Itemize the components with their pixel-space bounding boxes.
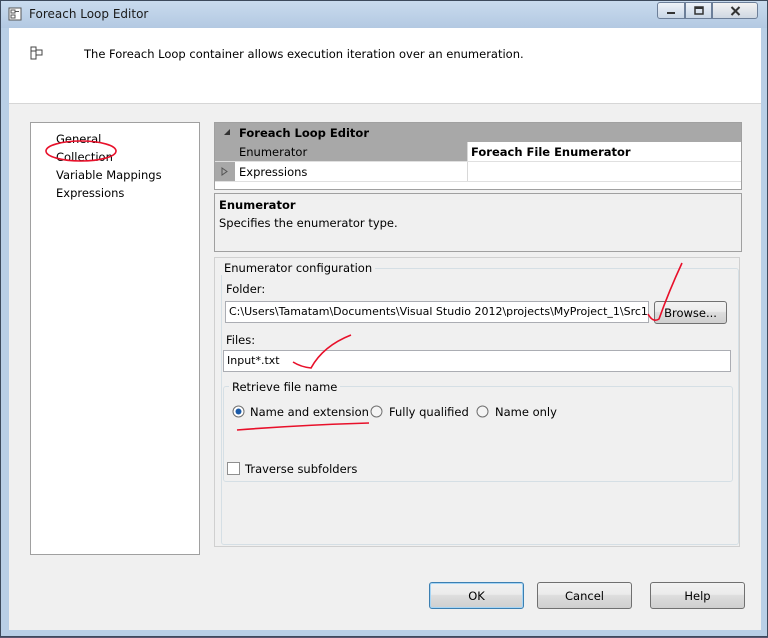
nav-item-variable-mappings[interactable]: Variable Mappings bbox=[56, 168, 162, 182]
grid-property-name: Expressions bbox=[239, 165, 308, 179]
traverse-subfolders-label[interactable]: Traverse subfolders bbox=[245, 462, 357, 476]
minimize-button[interactable] bbox=[657, 2, 685, 19]
cancel-button[interactable]: Cancel bbox=[537, 582, 632, 609]
ok-button[interactable]: OK bbox=[429, 582, 524, 609]
description-text: Specifies the enumerator type. bbox=[219, 216, 398, 230]
radio-name-only[interactable] bbox=[476, 405, 489, 418]
grid-gutter bbox=[215, 142, 235, 161]
folder-input[interactable]: C:\Users\Tamatam\Documents\Visual Studio… bbox=[225, 301, 649, 323]
retrieve-file-name-label: Retrieve file name bbox=[229, 380, 341, 394]
radio-fully-qualified[interactable] bbox=[370, 405, 383, 418]
enumerator-config-label: Enumerator configuration bbox=[221, 261, 376, 275]
nav-item-expressions[interactable]: Expressions bbox=[56, 186, 124, 200]
grid-category-row[interactable]: Foreach Loop Editor bbox=[215, 123, 741, 142]
close-icon bbox=[730, 5, 740, 16]
foreach-container-icon bbox=[30, 46, 43, 60]
collapse-arrow-icon bbox=[224, 129, 230, 135]
browse-button[interactable]: Browse... bbox=[654, 301, 727, 324]
traverse-subfolders-checkbox[interactable] bbox=[227, 462, 240, 475]
dialog-window: Foreach Loop Editor The Foreach Loop con… bbox=[0, 0, 768, 637]
enumerator-value[interactable]: Foreach File Enumerator bbox=[471, 145, 631, 159]
expand-arrow-icon[interactable] bbox=[221, 167, 228, 176]
files-input[interactable]: Input*.txt bbox=[223, 350, 731, 372]
radio-fully-qualified-label[interactable]: Fully qualified bbox=[389, 405, 469, 419]
description-panel: Enumerator Specifies the enumerator type… bbox=[214, 193, 742, 252]
dialog-client-area: The Foreach Loop container allows execut… bbox=[9, 28, 761, 630]
nav-item-general[interactable]: General bbox=[56, 132, 101, 146]
enumerator-config-panel: Enumerator configuration Folder: C:\User… bbox=[214, 257, 740, 547]
grid-property-name: Enumerator bbox=[239, 145, 308, 159]
grid-row-enumerator[interactable]: Enumerator Foreach File Enumerator bbox=[215, 142, 741, 162]
minimize-icon bbox=[667, 11, 675, 14]
maximize-button[interactable] bbox=[685, 2, 712, 19]
maximize-icon bbox=[693, 6, 704, 15]
page-navigation: General Collection Variable Mappings Exp… bbox=[30, 122, 200, 555]
grid-column-separator bbox=[467, 162, 468, 181]
grid-column-separator bbox=[467, 142, 468, 161]
property-grid: Foreach Loop Editor Enumerator Foreach F… bbox=[214, 122, 742, 190]
radio-name-and-extension[interactable] bbox=[232, 405, 245, 418]
foreach-loop-icon bbox=[8, 7, 22, 21]
nav-item-collection[interactable]: Collection bbox=[56, 150, 113, 164]
radio-name-only-label[interactable]: Name only bbox=[495, 405, 557, 419]
grid-category-label: Foreach Loop Editor bbox=[239, 126, 369, 140]
radio-name-and-extension-label[interactable]: Name and extension bbox=[250, 405, 369, 419]
help-button[interactable]: Help bbox=[650, 582, 745, 609]
window-title: Foreach Loop Editor bbox=[29, 7, 149, 21]
header-band: The Foreach Loop container allows execut… bbox=[9, 28, 761, 104]
close-button[interactable] bbox=[712, 2, 758, 19]
folder-label: Folder: bbox=[226, 282, 266, 296]
description-title: Enumerator bbox=[219, 198, 296, 212]
grid-row-expressions[interactable]: Expressions bbox=[215, 162, 741, 182]
title-bar[interactable]: Foreach Loop Editor bbox=[1, 1, 767, 28]
files-label: Files: bbox=[226, 333, 256, 347]
header-description: The Foreach Loop container allows execut… bbox=[84, 47, 524, 61]
